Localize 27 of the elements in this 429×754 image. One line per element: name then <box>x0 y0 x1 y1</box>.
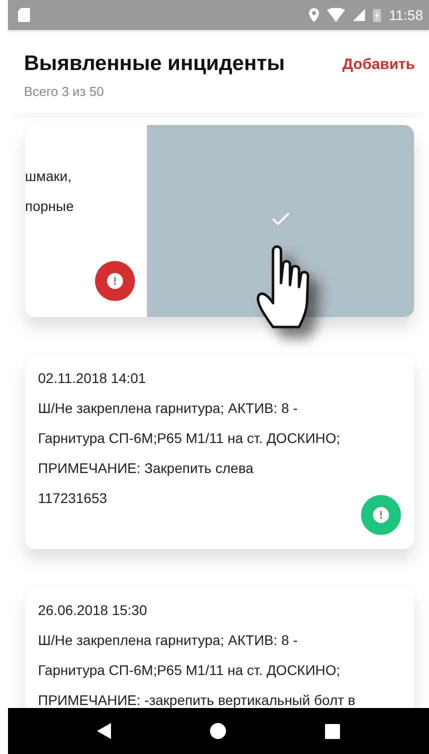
incident-text: Гарнитура СП-6М;Р65 М1/11 на ст. ДОСКИНО; <box>38 429 342 448</box>
sd-card-icon <box>18 8 30 22</box>
home-icon[interactable] <box>210 723 226 739</box>
recents-icon[interactable] <box>324 724 340 738</box>
incident-text: Гарнитура СП-6М;Р65 М1/11 на ст. ДОСКИНО; <box>38 661 342 680</box>
incident-card[interactable]: 26.06.2018 15:30 Ш/Не закреплена гарнитура; АКТИВ: 8 - Гарнитура СП-6М;Р65 М1/11 на ст. ДОСКИНО; ПРИМЕЧАНИЕ: -закрепить вертикальный болт в <box>25 587 414 708</box>
incident-text: порные <box>25 197 75 216</box>
battery-icon <box>373 8 381 22</box>
incident-card[interactable]: 02.11.2018 14:01 Ш/Не закреплена гарнитура; АКТИВ: 8 - Гарнитура СП-6М;Р65 М1/11 на ст. ДОСКИНО; ПРИМЕЧАНИЕ: Закрепить слева 117231653 <box>25 355 414 549</box>
incident-text: Ш/Не закреплена гарнитура; АКТИВ: 8 - <box>38 631 299 650</box>
location-icon <box>309 8 319 22</box>
incident-text: Ш/Не закреплена гарнитура; АКТИВ: 8 - <box>38 399 299 418</box>
incident-text: ПРИМЕЧАНИЕ: Закрепить слева <box>38 459 254 478</box>
clock-time: 11:58 <box>389 7 423 23</box>
checkmark-icon <box>272 212 290 226</box>
add-button[interactable]: Добавить <box>342 56 415 72</box>
page-title: Выявленные инциденты <box>24 52 285 76</box>
signal-icon <box>353 9 365 21</box>
confirm-action[interactable] <box>147 125 414 317</box>
wifi-icon <box>327 8 345 22</box>
incident-count: Всего 3 из 50 <box>24 84 105 99</box>
incident-text: ПРИМЕЧАНИЕ: -закрепить вертикальный болт в <box>38 691 356 708</box>
incident-number: 117231653 <box>38 489 108 508</box>
incident-date: 26.06.2018 15:30 <box>38 601 148 620</box>
incident-date: 02.11.2018 14:01 <box>38 369 147 388</box>
back-icon[interactable] <box>97 723 112 739</box>
incident-text: шмаки, <box>25 167 72 186</box>
